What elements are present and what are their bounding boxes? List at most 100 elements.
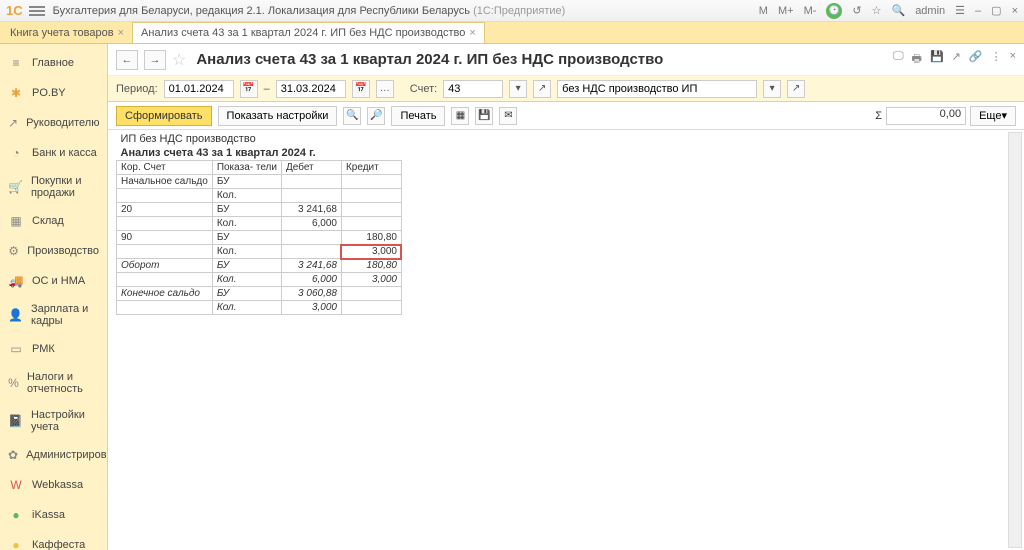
table-cell[interactable]: БУ (212, 231, 281, 245)
table-cell[interactable]: 180,80 (341, 231, 401, 245)
sidebar-item[interactable]: ●Каффеста (0, 530, 107, 550)
account-input[interactable] (443, 80, 503, 98)
tab-analysis-43[interactable]: Анализ счета 43 за 1 квартал 2024 г. ИП … (133, 22, 485, 43)
close-icon[interactable]: × (1012, 5, 1018, 17)
table-cell[interactable]: 180,80 (341, 259, 401, 273)
form-report-button[interactable]: Сформировать (116, 106, 212, 126)
table-cell[interactable]: Кол. (212, 301, 281, 315)
table-cell[interactable]: БУ (212, 175, 281, 189)
table-row[interactable]: Кол.6,000 (117, 217, 402, 231)
history-icon[interactable]: ↺ (852, 4, 861, 17)
table-row[interactable]: 90БУ180,80 (117, 231, 402, 245)
close-page-icon[interactable]: × (1010, 50, 1016, 69)
export-icon[interactable]: ↗ (952, 50, 961, 69)
user-label[interactable]: admin (915, 5, 945, 17)
table-cell[interactable] (281, 189, 341, 203)
notification-badge-icon[interactable]: 🕑 (826, 3, 842, 19)
more-button[interactable]: Еще ▾ (970, 106, 1016, 126)
sidebar-item[interactable]: ✱PO.BY (0, 78, 107, 108)
period-to-input[interactable] (276, 80, 346, 98)
table-cell[interactable]: Кол. (212, 245, 281, 259)
sidebar-item[interactable]: 🛒Покупки и продажи (0, 168, 107, 206)
table-cell[interactable]: Конечное сальдо (117, 287, 213, 301)
tab-close-icon[interactable]: × (118, 27, 124, 39)
table-cell[interactable] (117, 245, 213, 259)
sidebar-item[interactable]: 👤Зарплата и кадры (0, 296, 107, 334)
save-file-icon[interactable]: 💾 (475, 107, 493, 125)
nav-forward-button[interactable]: → (144, 50, 166, 70)
period-picker-button[interactable]: … (376, 80, 394, 98)
preview-icon[interactable]: 🖵 (893, 50, 904, 69)
table-cell[interactable] (341, 175, 401, 189)
table-row[interactable]: Кол. 3,000 (117, 245, 402, 259)
table-cell[interactable]: Кол. (212, 273, 281, 287)
table-cell[interactable] (341, 203, 401, 217)
link-icon[interactable]: 🔗 (969, 50, 983, 69)
sidebar-item[interactable]: 📓Настройки учета (0, 402, 107, 440)
table-row[interactable]: Начальное сальдоБУ (117, 175, 402, 189)
table-cell[interactable] (117, 273, 213, 287)
print-icon[interactable]: 🖶 (912, 50, 922, 69)
org-dropdown-icon[interactable]: ▾ (763, 80, 781, 98)
tab-close-icon[interactable]: × (469, 27, 475, 39)
sidebar-item[interactable]: ●iKassa (0, 500, 107, 530)
memory-mplus[interactable]: M+ (778, 5, 794, 17)
table-cell[interactable] (341, 301, 401, 315)
sidebar-item[interactable]: ▦Склад (0, 206, 107, 236)
table-cell[interactable] (341, 287, 401, 301)
table-cell[interactable]: 3 241,68 (281, 203, 341, 217)
table-cell[interactable] (117, 189, 213, 203)
table-cell[interactable] (117, 217, 213, 231)
table-cell[interactable] (117, 301, 213, 315)
table-cell[interactable]: 6,000 (281, 217, 341, 231)
zoom-out-icon[interactable]: 🔎 (367, 107, 385, 125)
table-cell[interactable]: Начальное сальдо (117, 175, 213, 189)
maximize-icon[interactable]: ▢ (991, 4, 1001, 17)
memory-mminus[interactable]: M- (804, 5, 817, 17)
period-from-input[interactable] (164, 80, 234, 98)
table-row[interactable]: ОборотБУ3 241,68180,80 (117, 259, 402, 273)
sidebar-item[interactable]: %Налоги и отчетность (0, 364, 107, 402)
table-cell[interactable]: Кол. (212, 189, 281, 203)
table-cell[interactable] (281, 231, 341, 245)
search-icon[interactable]: 🔍 (891, 4, 905, 17)
sidebar-item[interactable]: ≡Главное (0, 48, 107, 78)
calendar-to-icon[interactable]: 📅 (352, 80, 370, 98)
table-cell[interactable] (341, 189, 401, 203)
more-vertical-icon[interactable]: ⋮ (991, 50, 1002, 69)
table-cell[interactable]: 6,000 (281, 273, 341, 287)
account-open-icon[interactable]: ↗ (533, 80, 551, 98)
table-cell[interactable]: БУ (212, 203, 281, 217)
table-cell[interactable] (281, 175, 341, 189)
main-menu-icon[interactable] (29, 3, 45, 19)
table-row[interactable]: 20БУ3 241,68 (117, 203, 402, 217)
account-dropdown-icon[interactable]: ▾ (509, 80, 527, 98)
favorite-icon[interactable]: ☆ (872, 4, 882, 17)
memory-m[interactable]: M (759, 5, 768, 17)
table-row[interactable]: Кол.3,000 (117, 301, 402, 315)
table-row[interactable]: Кол.6,0003,000 (117, 273, 402, 287)
table-cell[interactable]: БУ (212, 287, 281, 301)
show-settings-button[interactable]: Показать настройки (218, 106, 338, 126)
table-cell[interactable]: Кол. (212, 217, 281, 231)
calendar-from-icon[interactable]: 📅 (240, 80, 258, 98)
table-row[interactable]: Конечное сальдоБУ3 060,88 (117, 287, 402, 301)
sidebar-item[interactable]: ▭РМК (0, 334, 107, 364)
email-icon[interactable]: ✉ (499, 107, 517, 125)
table-row[interactable]: Кол. (117, 189, 402, 203)
page-setup-icon[interactable]: ▦ (451, 107, 469, 125)
table-cell[interactable]: 3,000 (281, 301, 341, 315)
organization-input[interactable] (557, 80, 757, 98)
org-open-icon[interactable]: ↗ (787, 80, 805, 98)
zoom-in-icon[interactable]: 🔍 (343, 107, 361, 125)
table-cell[interactable]: БУ (212, 259, 281, 273)
sidebar-item[interactable]: ◔Банк и касса (0, 138, 107, 168)
table-cell[interactable] (341, 217, 401, 231)
table-cell[interactable]: 3,000 (341, 245, 401, 259)
nav-back-button[interactable]: ← (116, 50, 138, 70)
sidebar-item[interactable]: WWebkassa (0, 470, 107, 500)
vertical-scrollbar[interactable] (1008, 132, 1022, 548)
sidebar-item[interactable]: ↗Руководителю (0, 108, 107, 138)
print-button[interactable]: Печать (391, 106, 445, 126)
window-settings-icon[interactable]: ☰ (955, 4, 965, 17)
